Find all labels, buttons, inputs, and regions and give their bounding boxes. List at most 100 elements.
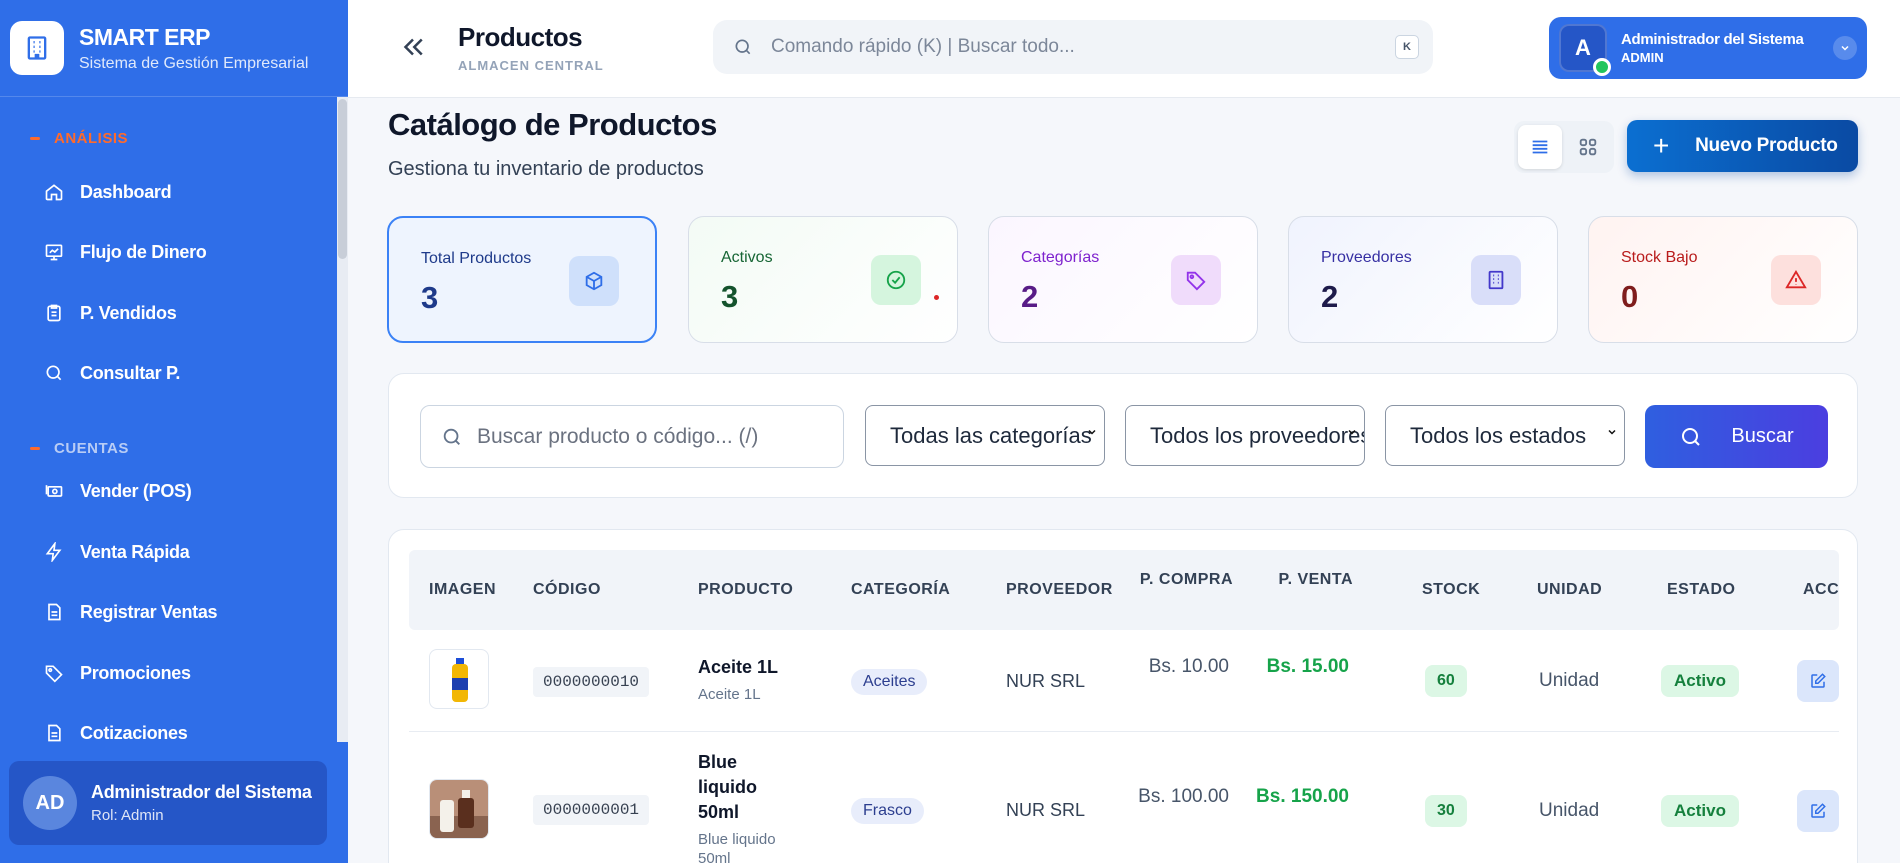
brand[interactable]: SMART ERP Sistema de Gestión Empresarial <box>0 0 348 97</box>
product-code: 0000000001 <box>533 795 650 825</box>
stock-badge: 30 <box>1425 795 1467 827</box>
sidebar-item-cash-flow[interactable]: Flujo de Dinero <box>44 230 324 274</box>
status-select[interactable]: Todos los estados <box>1385 405 1625 466</box>
new-product-button[interactable]: + Nuevo Producto <box>1627 120 1858 172</box>
avatar-initial: A <box>1575 35 1591 60</box>
stat-value: 0 <box>1621 279 1639 314</box>
table-header: IMAGEN CÓDIGO PRODUCTO CATEGORÍA PROVEED… <box>409 550 1839 630</box>
status-select-value: Todos los estados <box>1410 422 1587 448</box>
document-icon <box>48 603 61 621</box>
product-search[interactable] <box>420 405 844 468</box>
page-subtitle: ALMACEN CENTRAL <box>458 58 604 73</box>
product-thumbnail <box>429 649 489 709</box>
stat-card-active[interactable]: Activos 3 <box>688 216 958 343</box>
supplier-name: NUR SRL <box>1006 800 1086 820</box>
sidebar-item-label: Promociones <box>80 662 191 683</box>
sidebar: SMART ERP Sistema de Gestión Empresarial… <box>0 0 348 863</box>
sidebar-item-register-sales[interactable]: Registrar Ventas <box>44 590 324 634</box>
document-icon <box>48 724 61 742</box>
column-header-unit: UNIDAD <box>1537 581 1603 598</box>
sidebar-item-quotes[interactable]: Cotizaciones <box>44 711 324 755</box>
grid-view-button[interactable] <box>1566 125 1610 169</box>
column-header-sell-price: P. VENTA <box>1278 571 1353 588</box>
top-header: Productos ALMACEN CENTRAL K A Administra… <box>348 0 1900 98</box>
cube-icon <box>569 256 619 306</box>
sidebar-item-label: Vender (POS) <box>80 480 192 501</box>
buy-price: Bs. 10.00 <box>1148 656 1229 677</box>
product-description: Blue liquido 50ml <box>698 831 776 863</box>
category-select[interactable]: Todas las categorías <box>865 405 1105 466</box>
stat-card-suppliers[interactable]: Proveedores 2 <box>1288 216 1558 343</box>
sidebar-item-query-products[interactable]: Consultar P. <box>44 351 324 395</box>
product-code: 0000000010 <box>533 667 650 697</box>
product-name: Aceite 1L <box>698 657 779 677</box>
stat-card-categories[interactable]: Categorías 2 <box>988 216 1258 343</box>
column-header-category: CATEGORÍA <box>851 581 951 598</box>
sidebar-scrollbar-thumb[interactable] <box>338 99 347 259</box>
search-icon <box>46 365 62 381</box>
clipboard-icon <box>47 304 61 322</box>
stat-label: Activos <box>721 249 773 266</box>
category-badge: Frasco <box>851 798 924 824</box>
edit-button[interactable] <box>1797 660 1839 702</box>
product-description: Aceite 1L <box>698 686 761 703</box>
global-search[interactable]: K <box>713 20 1433 74</box>
product-search-input[interactable] <box>477 424 837 449</box>
category-select-value: Todas las categorías <box>890 422 1092 448</box>
search-button[interactable]: Buscar <box>1645 405 1828 468</box>
stat-value: 3 <box>421 280 439 315</box>
sidebar-item-sold-products[interactable]: P. Vendidos <box>44 291 324 335</box>
double-chevron-left-icon <box>403 38 423 56</box>
sidebar-item-label: P. Vendidos <box>80 302 177 323</box>
stat-label: Stock Bajo <box>1621 249 1698 266</box>
sell-price: Bs. 150.00 <box>1256 786 1349 807</box>
chevron-down-icon[interactable] <box>1833 36 1857 60</box>
stat-value: 3 <box>721 279 739 314</box>
global-search-input[interactable] <box>771 36 1371 58</box>
list-view-button[interactable] <box>1518 125 1562 169</box>
admin-role: ADMIN <box>1621 50 1664 65</box>
stat-label: Categorías <box>1021 249 1100 266</box>
search-icon <box>735 39 751 55</box>
column-header-product: PRODUCTO <box>698 581 794 598</box>
supplier-select[interactable]: Todos los proveedores <box>1125 405 1365 466</box>
stock-badge: 60 <box>1425 665 1467 697</box>
sidebar-item-label: Cotizaciones <box>80 722 188 743</box>
sidebar-item-label: Dashboard <box>80 181 172 202</box>
column-header-supplier: PROVEEDOR <box>1006 581 1113 598</box>
stat-label: Proveedores <box>1321 249 1412 266</box>
page-title: Productos <box>458 22 583 52</box>
row-divider <box>409 731 1839 732</box>
stat-card-total-products[interactable]: Total Productos 3 <box>387 216 657 343</box>
search-button-label: Buscar <box>1731 425 1794 447</box>
user-menu[interactable]: A Administrador del Sistema ADMIN <box>1549 17 1867 79</box>
building-icon <box>10 21 64 75</box>
user-role: Rol: Admin <box>91 807 164 824</box>
column-header-code: CÓDIGO <box>533 581 601 598</box>
sidebar-item-dashboard[interactable]: Dashboard <box>44 170 324 214</box>
sidebar-item-promotions[interactable]: Promociones <box>44 651 324 695</box>
chevron-down-icon <box>1348 429 1356 435</box>
sidebar-item-pos[interactable]: Vender (POS) <box>44 469 324 513</box>
edit-icon <box>1811 673 1826 688</box>
sidebar-item-label: Flujo de Dinero <box>80 241 207 262</box>
sidebar-user-card[interactable]: AD Administrador del Sistema Rol: Admin <box>9 761 327 845</box>
dropper-bottle-image <box>430 780 488 838</box>
column-header-stock: STOCK <box>1422 581 1481 598</box>
edit-button[interactable] <box>1797 790 1839 832</box>
unit: Unidad <box>1539 800 1600 821</box>
column-header-status: ESTADO <box>1667 581 1736 598</box>
collapse-sidebar-button[interactable] <box>398 32 428 62</box>
brand-subtitle: Sistema de Gestión Empresarial <box>79 54 309 72</box>
catalog-subtitle: Gestiona tu inventario de productos <box>388 158 704 180</box>
stat-value: 2 <box>1021 279 1039 314</box>
online-status-dot <box>1593 58 1611 76</box>
search-icon <box>1682 427 1701 446</box>
catalog-title: Catálogo de Productos <box>388 107 717 142</box>
sidebar-item-label: Registrar Ventas <box>80 601 218 622</box>
sidebar-item-quick-sale[interactable]: Venta Rápida <box>44 530 324 574</box>
check-circle-icon <box>871 255 921 305</box>
stat-card-low-stock[interactable]: Stock Bajo 0 <box>1588 216 1858 343</box>
section-analysis: ANÁLISIS <box>30 130 128 147</box>
column-header-actions: ACC <box>1803 581 1840 598</box>
